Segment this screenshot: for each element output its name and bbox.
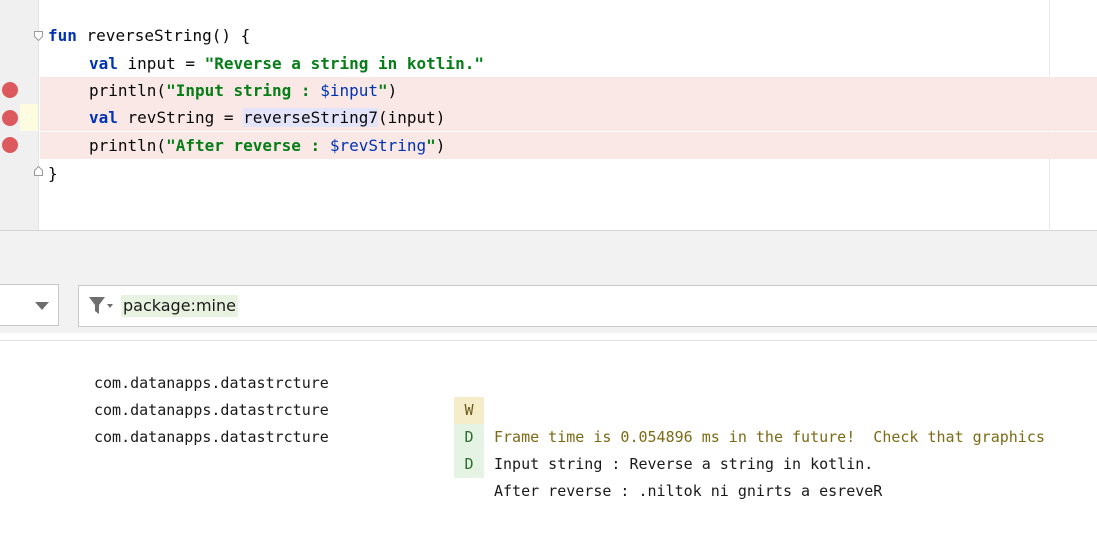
code-line-3[interactable]: println("Input string : $input") — [40, 77, 1097, 104]
code-line-5[interactable]: println("After reverse : $revString") — [40, 132, 1097, 159]
logcat-header — [0, 231, 1097, 281]
code-line-6[interactable]: } — [40, 160, 1097, 187]
log-row[interactable]: com.datanapps.datastrcture W Frame time … — [0, 343, 1097, 446]
breakpoint-icon[interactable] — [2, 137, 18, 153]
keyword: val — [89, 108, 118, 127]
string-literal: "After reverse : — [166, 136, 330, 155]
log-row[interactable]: com.datanapps.datastrcture D After rever… — [0, 397, 1097, 500]
code-text: (input) — [378, 108, 446, 127]
log-package: com.datanapps.datastrcture — [94, 428, 329, 446]
code-text: input = — [117, 54, 205, 73]
string-literal: "Input string : — [166, 81, 321, 100]
caret-line-marker — [20, 104, 38, 131]
filter-query-text[interactable]: package:mine — [121, 295, 238, 317]
code-line-2[interactable]: val input = "Reverse a string in kotlin.… — [40, 50, 1097, 77]
string-literal: " — [377, 81, 388, 100]
code-text: println( — [89, 81, 167, 100]
log-level-badge: D — [454, 424, 484, 451]
filter-icon[interactable] — [88, 296, 114, 320]
code-line-4[interactable]: val revString = reverseString7(input) — [40, 104, 1097, 131]
string-literal: "Reverse a string in kotlin." — [204, 54, 484, 73]
highlighted-identifier[interactable]: reverseString7 — [243, 108, 378, 127]
code-text: ) — [387, 81, 398, 100]
code-text: ) — [435, 136, 446, 155]
code-editor[interactable]: fun reverseString() { val input = "Rever… — [0, 0, 1097, 230]
breakpoint-icon[interactable] — [2, 110, 18, 126]
string-literal: " — [426, 136, 436, 155]
template-expression: $input — [320, 81, 378, 100]
code-text: revString = — [117, 108, 244, 127]
code-line-1[interactable]: fun reverseString() { — [40, 22, 1097, 49]
template-expression: $revString — [329, 136, 427, 155]
log-message: Input string : Reverse a string in kotli… — [494, 455, 874, 473]
code-text: } — [48, 164, 58, 183]
log-row[interactable]: com.datanapps.datastrcture D Input strin… — [0, 370, 1097, 473]
log-message: After reverse : .niltok ni gnirts a esre… — [494, 482, 883, 500]
process-dropdown[interactable] — [0, 284, 59, 326]
logcat-output[interactable]: com.datanapps.datastrcture W Frame time … — [0, 340, 1097, 533]
keyword: val — [89, 54, 118, 73]
code-text: reverseString() { — [76, 26, 251, 45]
log-level-badge: D — [454, 451, 484, 478]
logcat-filter-input[interactable]: package:mine — [78, 285, 1097, 327]
chevron-down-icon[interactable] — [35, 302, 49, 310]
breakpoint-icon[interactable] — [2, 82, 18, 98]
log-message: Frame time is 0.054896 ms in the future!… — [494, 428, 1045, 446]
code-text: println( — [89, 136, 167, 155]
keyword: fun — [48, 26, 77, 45]
